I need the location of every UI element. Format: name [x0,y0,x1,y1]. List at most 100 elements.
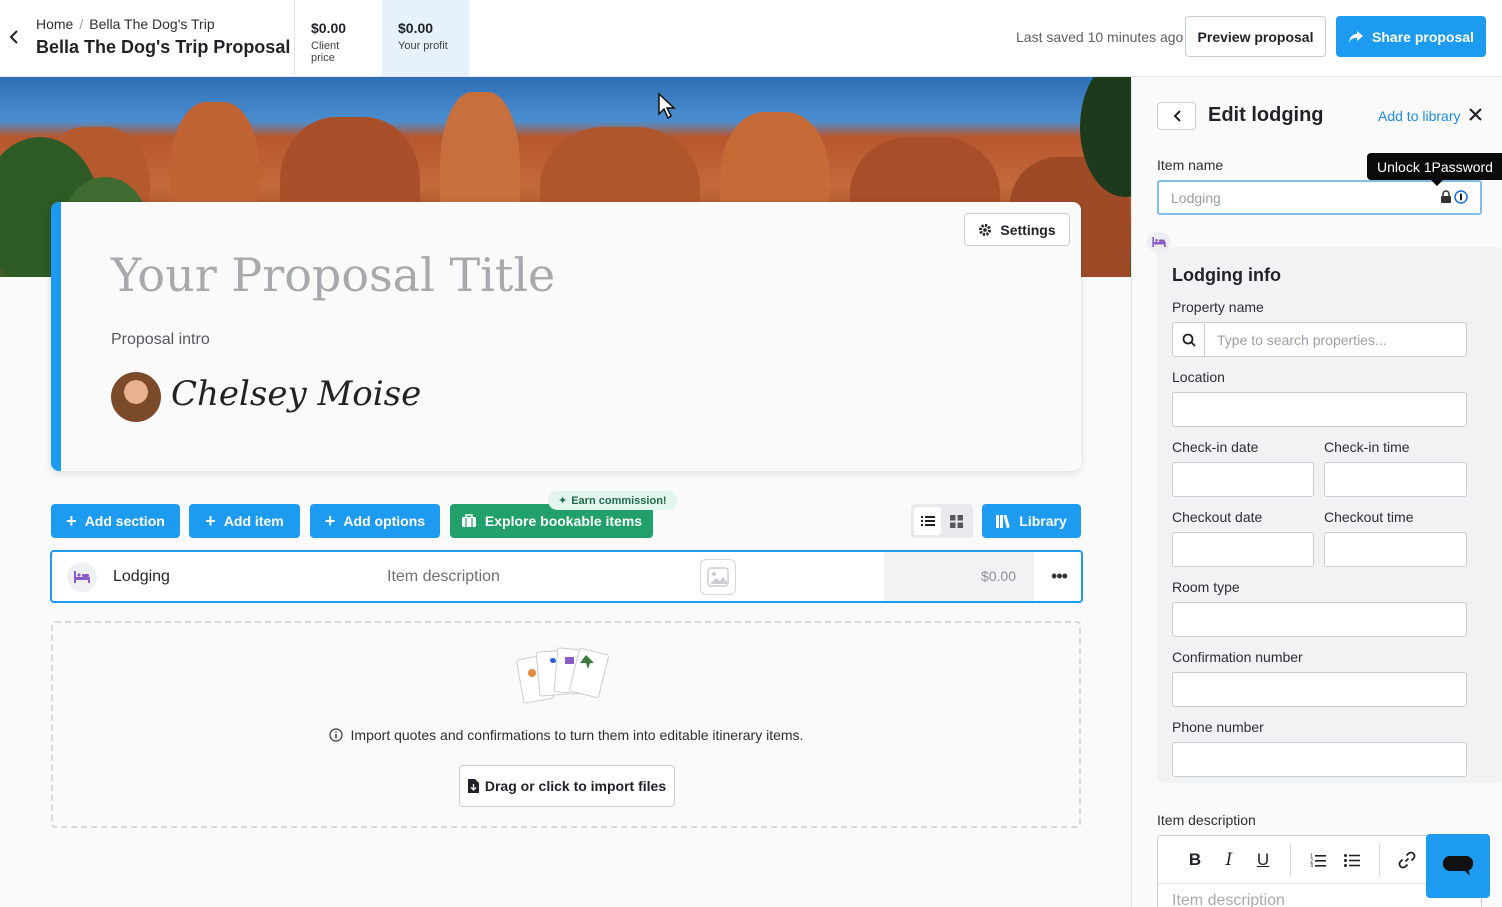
more-options-button[interactable]: ••• [1048,564,1070,588]
list-view-icon [920,516,935,526]
back-button[interactable] [4,26,24,48]
library-button[interactable]: Library [982,504,1081,538]
link-button[interactable] [1390,845,1424,875]
panel-back-button[interactable] [1157,102,1196,130]
confirmation-number-label: Confirmation number [1172,649,1303,665]
lodging-info-badge [1147,232,1171,252]
location-input[interactable] [1172,392,1467,427]
toolbar-divider [1290,842,1291,877]
svg-text:3: 3 [1310,863,1313,867]
checkin-date-input[interactable] [1172,462,1314,497]
phone-number-input[interactable] [1172,742,1467,777]
password-manager-tooltip: Unlock 1Password [1367,153,1502,186]
client-price-label: Client price [311,40,340,64]
add-options-label: Add options [343,513,426,529]
lodging-info-section: Lodging info Property name Type to searc… [1157,247,1502,783]
top-bar: Home / Bella The Dog's Trip Bella The Dog'… [0,0,1502,77]
settings-button[interactable]: Settings [964,213,1070,246]
item-name-label: Item name [1157,157,1224,173]
share-proposal-button[interactable]: Share proposal [1336,16,1486,57]
onepassword-icon[interactable] [1454,190,1468,204]
last-saved-status: Last saved 10 minutes ago [1016,29,1184,45]
property-search-field[interactable]: Type to search properties... [1172,322,1467,357]
panel-title: Edit lodging [1208,104,1324,126]
item-name-value: Lodging [1171,190,1221,206]
item-price: $0.00 [980,568,1016,584]
add-section-label: Add section [84,513,165,529]
checkout-date-input[interactable] [1172,532,1314,567]
bold-icon: B [1188,849,1202,869]
plus-icon: + [66,511,77,531]
item-description-placeholder: Item description [1172,892,1285,907]
preview-proposal-button[interactable]: Preview proposal [1185,16,1326,57]
avatar [111,372,161,422]
lock-icon[interactable] [1440,190,1452,203]
import-files-button[interactable]: Drag or click to import files [459,765,675,807]
documents-illustration [516,647,609,704]
plus-icon: + [324,511,336,531]
plus-icon: + [205,511,216,531]
your-profit: $0.00 Your profit [382,0,469,76]
item-image-placeholder[interactable] [700,559,736,595]
ordered-list-icon: 123 [1310,853,1326,867]
share-icon [1349,30,1364,43]
phone-number-label: Phone number [1172,719,1264,735]
list-view-toggle[interactable] [914,507,941,535]
sparkle-icon: ✦ [558,495,568,507]
confirmation-number-input[interactable] [1172,672,1467,707]
cursor-icon [658,92,676,120]
bold-button[interactable]: B [1178,845,1212,875]
add-to-library-link[interactable]: Add to library [1378,108,1460,124]
item-description-label: Item description [1157,812,1256,828]
import-dropzone[interactable]: Import quotes and confirmations to turn … [51,621,1081,828]
bed-icon [74,571,90,583]
italic-button[interactable]: I [1212,845,1246,875]
checkin-date-label: Check-in date [1172,439,1259,455]
checkin-time-input[interactable] [1324,462,1467,497]
explore-label: Explore bookable items [484,513,643,529]
client-price-value: $0.00 [311,20,347,36]
room-type-input[interactable] [1172,602,1467,637]
checkout-time-input[interactable] [1324,532,1467,567]
info-icon [328,728,343,742]
bullet-list-icon [1344,853,1360,867]
toolbar-divider [1379,842,1380,877]
settings-label: Settings [1000,221,1056,238]
title-card-accent [51,202,61,471]
password-manager-icons [1440,190,1468,204]
add-options-button[interactable]: + Add options [310,504,440,538]
proposal-title-card: Settings Your Proposal Title Proposal in… [51,202,1081,471]
proposal-title-input[interactable]: Your Proposal Title [111,248,555,302]
itinerary-item-row[interactable]: Lodging Item description $0.00 ••• [50,550,1083,603]
ordered-list-button[interactable]: 123 [1301,845,1335,875]
proposal-intro-input[interactable]: Proposal intro [111,331,210,349]
grid-view-toggle[interactable] [943,507,970,535]
chevron-left-icon [1173,110,1181,122]
item-description: Item description [387,568,500,585]
library-label: Library [1019,513,1067,529]
search-icon-cell [1173,323,1205,356]
add-section-button[interactable]: + Add section [51,504,180,538]
panel-close-button[interactable] [1467,106,1483,122]
preview-proposal-label: Preview proposal [1197,28,1314,45]
import-hint: Import quotes and confirmations to turn … [53,727,1079,743]
suitcase-icon [461,514,476,527]
chat-widget-button[interactable] [1426,834,1490,898]
import-hint-text: Import quotes and confirmations to turn … [350,727,804,743]
more-icon: ••• [1051,565,1068,586]
checkout-time-label: Checkout time [1324,509,1414,525]
item-type-badge [67,562,97,592]
edit-lodging-panel: Edit lodging Add to library Item name Lo… [1131,77,1502,907]
chat-icon [1443,856,1473,876]
breadcrumb-home[interactable]: Home [36,16,73,32]
italic-icon: I [1225,849,1233,870]
bullet-list-button[interactable] [1335,845,1369,875]
property-name-label: Property name [1172,299,1264,315]
earn-commission-badge: ✦ Earn commission! [548,491,677,510]
underline-button[interactable]: U [1246,845,1280,875]
import-files-label: Drag or click to import files [484,778,667,794]
add-item-button[interactable]: + Add item [189,504,300,538]
breadcrumb-trip[interactable]: Bella The Dog's Trip [89,16,214,32]
client-price: $0.00 Client price [294,0,382,76]
underline-icon: U [1256,849,1270,869]
